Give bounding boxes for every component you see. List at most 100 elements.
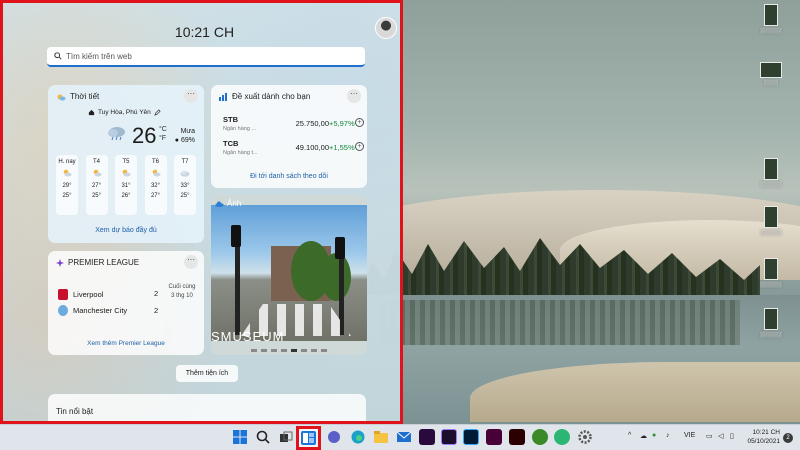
- desktop-file-icon[interactable]: ▒▒▒▒▒▒: [753, 206, 789, 244]
- microphone-icon[interactable]: ♪: [666, 432, 670, 439]
- widgets-button[interactable]: [296, 426, 321, 450]
- language-indicator[interactable]: VIE: [684, 432, 695, 439]
- stock-symbol: TCB: [223, 139, 239, 148]
- indesign-icon[interactable]: [486, 429, 502, 445]
- avatar[interactable]: [375, 17, 397, 39]
- search-icon: [54, 52, 62, 60]
- chevron-up-icon[interactable]: ^: [628, 432, 631, 439]
- app-tray-icon[interactable]: ●: [652, 432, 656, 439]
- liverpool-crest-icon: [58, 288, 68, 300]
- forecast-day[interactable]: T4 27° 25°: [85, 155, 108, 215]
- traffic-pole: [235, 235, 240, 335]
- traffic-light: [335, 237, 345, 259]
- more-options-button[interactable]: ···: [347, 89, 361, 103]
- weather-header: Thời tiết: [56, 92, 99, 101]
- battery-icon[interactable]: ▯: [730, 432, 734, 440]
- day-high: 33°: [180, 183, 190, 189]
- search-input[interactable]: Tìm kiếm trên web: [47, 47, 365, 67]
- forecast-day[interactable]: T7 33° 25°: [174, 155, 196, 215]
- tree: [321, 253, 351, 301]
- desktop-file-icon[interactable]: ▒▒▒▒▒▒: [753, 258, 789, 296]
- news-title: Tin nổi bật: [56, 407, 94, 416]
- chat-icon[interactable]: [326, 429, 342, 445]
- photos-title: Ảnh: [227, 199, 242, 208]
- game-app-icon[interactable]: [532, 429, 548, 445]
- unit-celsius[interactable]: °C: [159, 125, 167, 134]
- system-clock[interactable]: 10:21 CH 05/10/2021: [746, 428, 780, 446]
- photo-image[interactable]: [211, 205, 367, 341]
- task-view-icon[interactable]: [278, 429, 294, 445]
- volume-icon[interactable]: ◁: [718, 432, 723, 440]
- more-options-button[interactable]: ···: [184, 255, 198, 269]
- add-widgets-button[interactable]: Thêm tiện ích: [176, 365, 238, 382]
- match-status: Cuối cùng 3 thg 10: [164, 283, 200, 301]
- stock-row[interactable]: TCB Ngân hàng t... 49.100,00 +1,55% +: [221, 139, 364, 161]
- home-icon: [88, 109, 95, 116]
- taskbar: ^ ☁ ● ♪ VIE ▭ ◁ ▯ 10:21 CH 05/10/2021 2: [0, 424, 800, 450]
- system-date: 05/10/2021: [747, 438, 780, 445]
- unit-fahrenheit[interactable]: °F: [159, 134, 167, 143]
- panel-clock: 10:21 CH: [174, 24, 235, 40]
- more-options-button[interactable]: ···: [184, 89, 198, 103]
- forecast-day[interactable]: T6 32° 27°: [144, 155, 167, 215]
- forecast-day[interactable]: H. nay 29° 25°: [56, 155, 78, 215]
- network-icon[interactable]: ▭: [706, 432, 713, 440]
- current-temperature: 26: [132, 123, 157, 148]
- desktop-file-icon[interactable]: ▒▒▒▒▒▒: [753, 308, 789, 346]
- search-icon[interactable]: [255, 429, 271, 445]
- partly-cloudy-icon: [92, 169, 102, 177]
- temperature-units[interactable]: °C °F: [159, 125, 167, 143]
- premier-league-widget[interactable]: PREMIER LEAGUE ··· Liverpool 2 Mancheste…: [48, 251, 204, 355]
- edit-icon[interactable]: [154, 109, 161, 116]
- cloud-sync-icon[interactable]: ☁: [640, 432, 647, 440]
- wallpaper-reflection: [380, 300, 740, 345]
- after-effects-icon[interactable]: [441, 429, 457, 445]
- photoshop-icon[interactable]: [463, 429, 479, 445]
- man-city-crest-icon: [58, 304, 68, 316]
- photos-widget[interactable]: Ảnh SMUSEUM: [211, 195, 367, 355]
- full-forecast-link[interactable]: Xem dự báo đầy đủ: [48, 227, 204, 234]
- desktop-file-icon[interactable]: ▒▒▒▒▒▒: [753, 158, 789, 196]
- start-icon[interactable]: [232, 429, 248, 445]
- team-row[interactable]: Manchester City: [58, 303, 198, 317]
- messenger-app-icon[interactable]: [554, 429, 570, 445]
- notification-badge[interactable]: 2: [783, 433, 793, 443]
- watchlist-link[interactable]: Đi tới danh sách theo dõi: [211, 173, 367, 180]
- humidity-value: ● 69%: [167, 136, 195, 145]
- file-explorer-icon[interactable]: [373, 429, 389, 445]
- traffic-light: [231, 225, 241, 247]
- chart-icon: [219, 92, 227, 101]
- weather-title: Thời tiết: [70, 92, 100, 101]
- more-league-link[interactable]: Xem thêm Premier League: [48, 340, 204, 347]
- day-high: 32°: [150, 183, 161, 189]
- condition-label: Mưa: [180, 128, 195, 135]
- forecast-day[interactable]: T5 31° 26°: [115, 155, 137, 215]
- desktop-file-icon[interactable]: ▒▒▒▒▒▒: [753, 4, 789, 42]
- weather-location[interactable]: Tuy Hòa, Phú Yên: [88, 109, 161, 116]
- rain-cloud-icon: [108, 127, 125, 141]
- league-title: PREMIER LEAGUE: [68, 258, 140, 267]
- team-name: Liverpool: [73, 289, 104, 299]
- acrobat-icon[interactable]: [509, 429, 525, 445]
- top-stories-widget[interactable]: Tin nổi bật: [48, 394, 366, 421]
- day-high: 27°: [91, 183, 102, 189]
- add-to-watchlist-icon[interactable]: +: [355, 142, 364, 151]
- stock-symbol: STB: [223, 115, 238, 124]
- partly-cloudy-icon: [62, 169, 72, 177]
- mail-icon[interactable]: [396, 429, 412, 445]
- desktop-file-icon[interactable]: ▒▒▒▒: [753, 62, 789, 100]
- day-high: 29°: [62, 183, 72, 189]
- stock-name: Ngân hàng t...: [223, 150, 258, 156]
- weather-widget[interactable]: Thời tiết ··· Tuy Hòa, Phú Yên 26 °C °F …: [48, 85, 204, 243]
- edge-icon[interactable]: [350, 429, 366, 445]
- stock-row[interactable]: STB Ngân hàng ... 25.750,00 +5,97% +: [221, 115, 364, 137]
- add-to-watchlist-icon[interactable]: +: [355, 118, 364, 127]
- widgets-icon: [301, 431, 316, 445]
- stocks-widget[interactable]: Đề xuất dành cho bạn ··· STB Ngân hàng .…: [211, 85, 367, 188]
- premiere-icon[interactable]: [419, 429, 435, 445]
- settings-icon[interactable]: [577, 429, 593, 445]
- league-icon: [56, 258, 64, 267]
- humidity-label: 69%: [180, 137, 195, 144]
- photo-pager[interactable]: [211, 349, 367, 352]
- league-header: PREMIER LEAGUE: [56, 258, 139, 267]
